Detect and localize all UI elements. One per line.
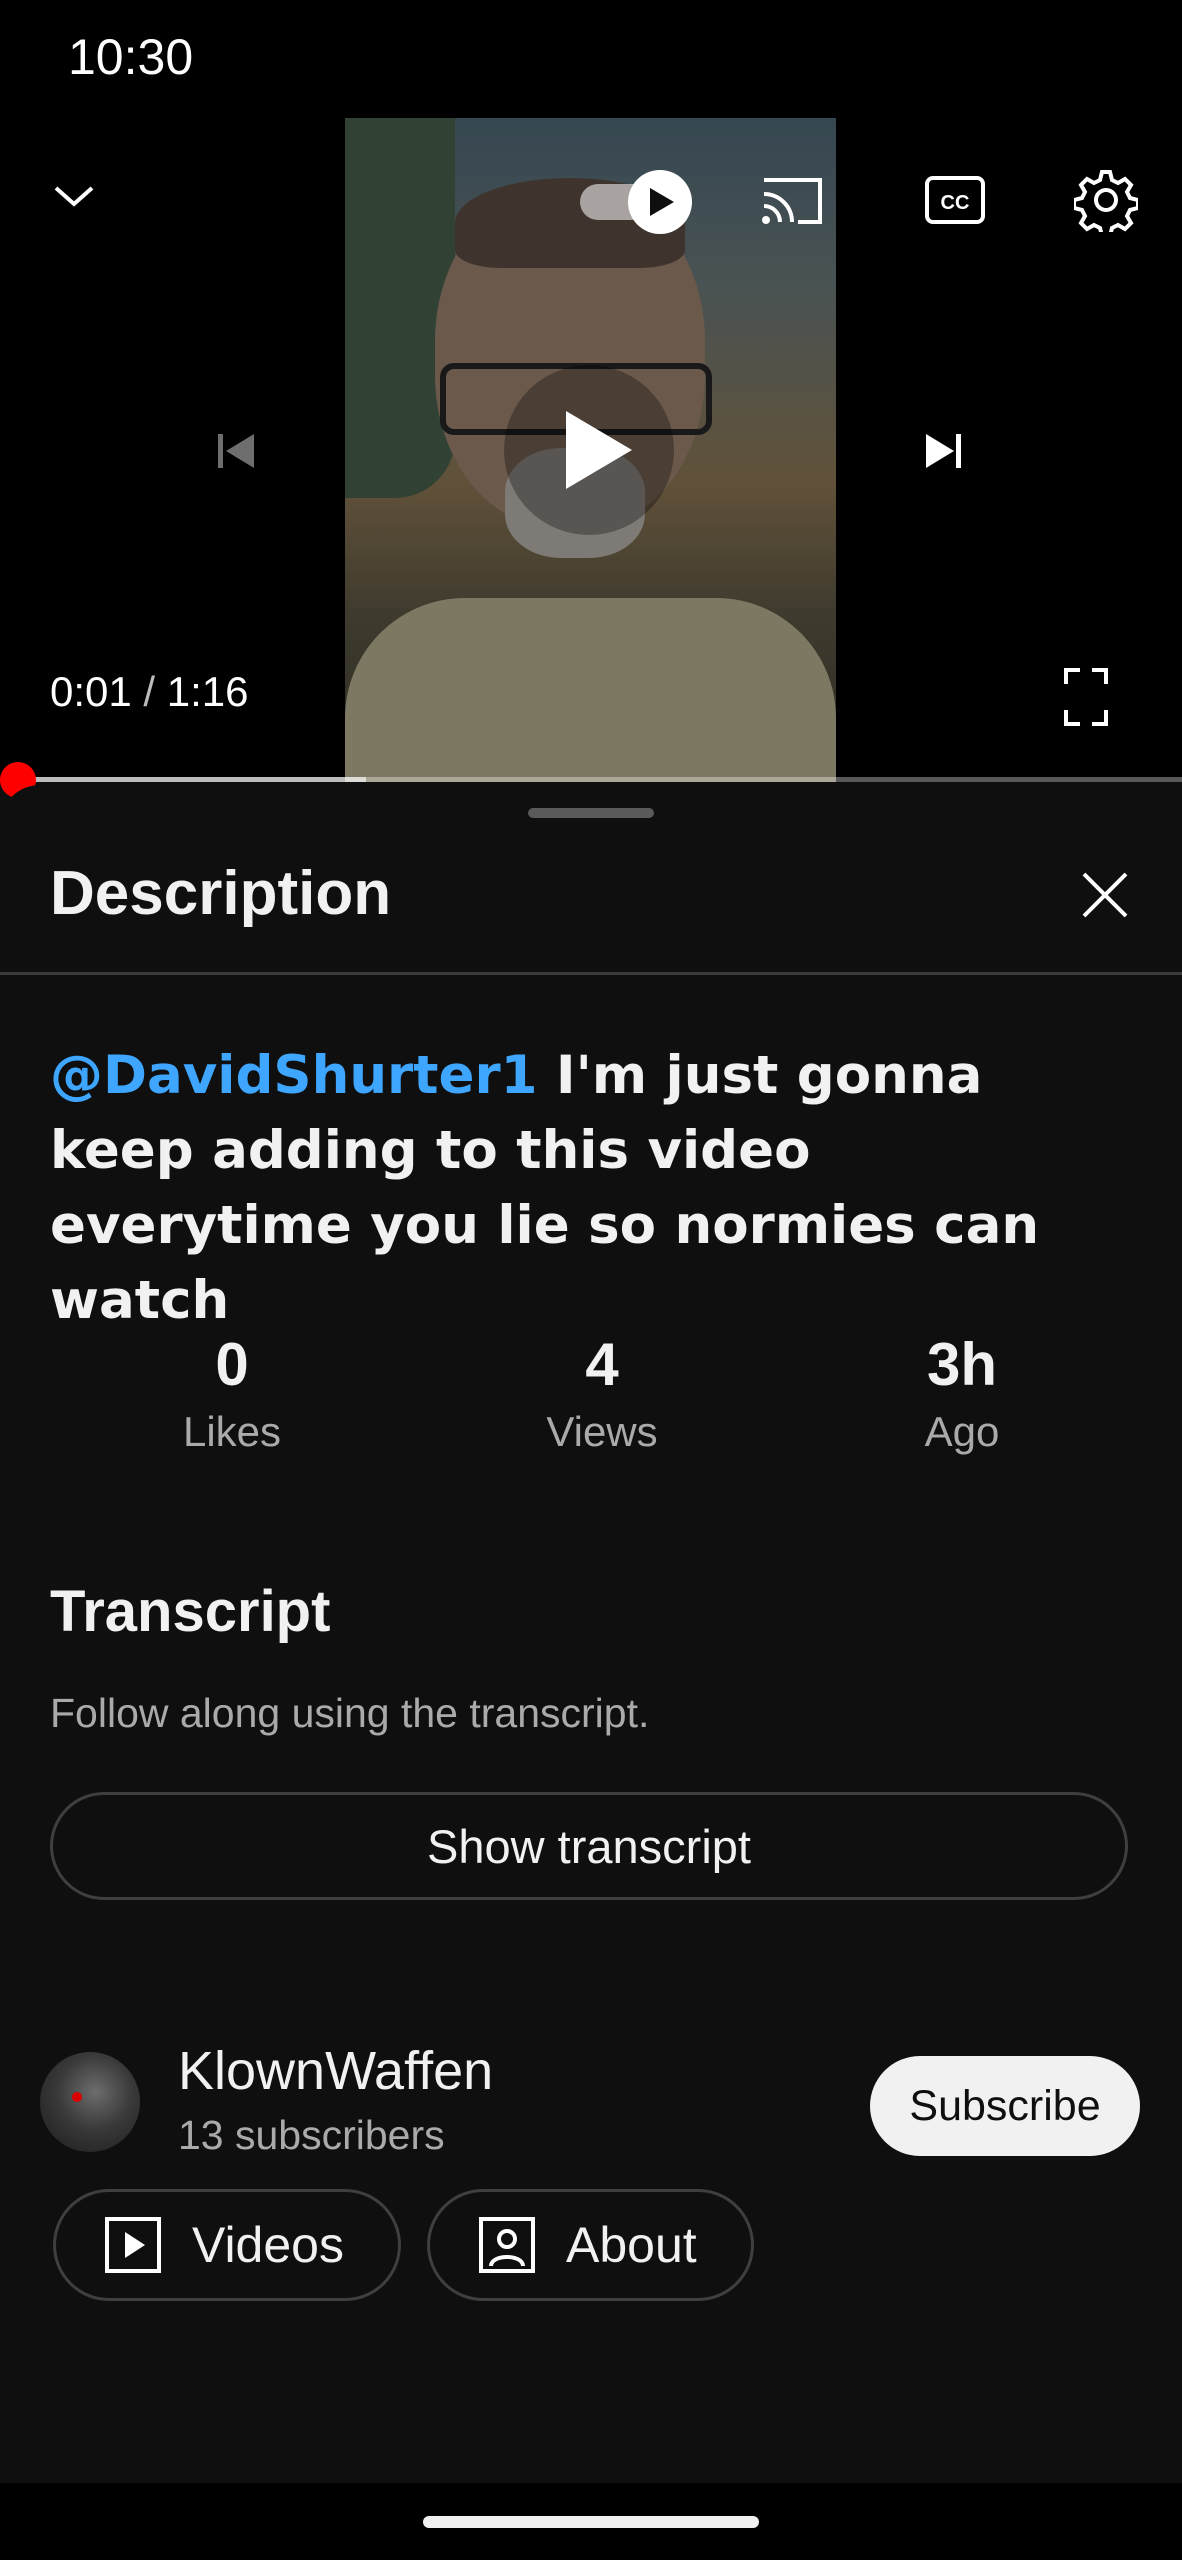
gear-icon[interactable] [1074,168,1138,232]
transcript-heading: Transcript [50,1579,331,1644]
divider [0,972,1182,975]
avatar-detail [72,2092,82,2102]
skip-next-icon[interactable] [918,426,968,476]
status-bar-time: 10:30 [68,29,194,85]
progress-buffer [0,777,367,782]
videos-button[interactable]: Videos [53,2189,401,2301]
videos-label: Videos [192,2217,344,2273]
avatar[interactable] [40,2052,140,2152]
stat-ago: 3h Ago [832,1330,1092,1464]
stat-label: Views [546,1408,658,1455]
total-time: 1:16 [166,668,249,715]
about-label: About [566,2217,697,2273]
closed-captions-icon[interactable]: CC [924,172,986,228]
close-icon[interactable] [1078,868,1132,922]
stat-views: 4 Views [472,1330,732,1464]
stat-value: 3h [926,1331,998,1398]
description-text: @DavidShurter1 I'm just gonna keep addin… [50,1038,1130,1338]
fullscreen-icon[interactable] [1064,668,1108,726]
show-transcript-button[interactable]: Show transcript [50,1792,1128,1900]
stat-label: Likes [182,1408,282,1455]
chevron-down-icon[interactable] [50,172,98,220]
time-separator: / [143,668,156,715]
play-icon[interactable] [504,365,674,535]
svg-text:CC: CC [941,192,970,214]
stat-value: 4 [585,1331,619,1398]
home-indicator[interactable] [423,2516,759,2528]
stat-label: Ago [924,1408,1000,1455]
transcript-subtitle: Follow along using the transcript. [50,1690,650,1736]
person-icon [478,2216,536,2274]
subscribe-button[interactable]: Subscribe [870,2056,1140,2156]
autoplay-toggle-icon[interactable] [576,168,694,234]
skip-previous-icon[interactable] [212,426,262,476]
channel-name[interactable]: KlownWaffen [178,2040,493,2102]
stat-value: 0 [215,1331,249,1398]
cast-icon[interactable] [758,172,826,228]
stat-likes: 0 Likes [102,1330,362,1464]
mention-link[interactable]: @DavidShurter1 [50,1045,537,1106]
subscriber-count: 13 subscribers [178,2112,445,2158]
panel-drag-handle[interactable] [528,808,654,818]
video-play-icon [104,2216,162,2274]
about-button[interactable]: About [427,2189,754,2301]
time-readout: 0:01 / 1:16 [50,668,249,716]
panel-title: Description [50,859,392,928]
current-time: 0:01 [50,668,132,715]
